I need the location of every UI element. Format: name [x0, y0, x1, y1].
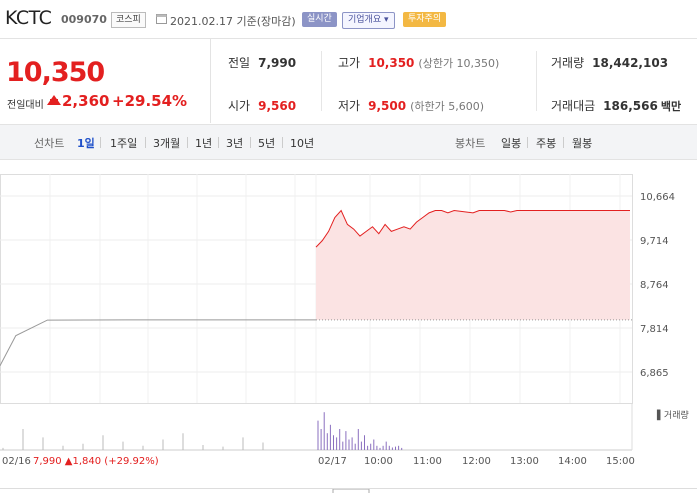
- chart-period-tabs: 선차트 1일 1주일 3개월 1년 3년 5년 10년 봉차트 일봉 주봉 월봉: [0, 124, 697, 160]
- time-tick-label: 11:00: [413, 456, 442, 467]
- price-change-pct: +29.54%: [112, 92, 188, 110]
- line-chart-label: 선차트: [34, 137, 65, 150]
- stats-divider: [321, 51, 322, 111]
- tab-3m[interactable]: 3개월: [153, 135, 180, 151]
- time-tick-label: 02/17: [318, 456, 347, 467]
- tab-divider: [527, 137, 528, 148]
- tab-divider: [187, 137, 188, 148]
- market-badge: 코스피: [111, 12, 146, 28]
- stat-volume: 거래량 18,442,103: [551, 54, 668, 71]
- current-price: 10,350: [6, 57, 105, 88]
- tab-divider: [282, 137, 283, 148]
- time-tick-label: 15:00: [606, 456, 635, 467]
- price-chart[interactable]: 10,664 9,714 8,764 7,814 6,865 ▌거래량 02/16 7,990…: [0, 160, 697, 493]
- stat-value: 7,990: [258, 56, 297, 70]
- stat-value: 10,350: [368, 56, 415, 70]
- change-label: 전일대비: [7, 100, 44, 111]
- candle-chart-label: 봉차트: [455, 137, 486, 150]
- tab-monthly-candle[interactable]: 월봉: [572, 135, 592, 151]
- up-arrow-stem: [50, 99, 58, 105]
- price-tick-label: 7,814: [640, 324, 669, 335]
- stats-divider: [536, 51, 537, 111]
- stat-label: 거래량: [551, 56, 585, 70]
- stat-low: 저가 9,500 (하한가 5,600): [338, 97, 484, 114]
- stat-label: 고가: [338, 56, 361, 70]
- time-tick-label: 10:00: [364, 456, 393, 467]
- stock-name: KCTC: [5, 7, 52, 29]
- tab-1w[interactable]: 1주일: [110, 135, 137, 151]
- price-change: 2,360: [62, 92, 110, 110]
- today-area-fill: [316, 210, 630, 320]
- stat-value: 18,442,103: [592, 56, 669, 70]
- tab-10y[interactable]: 10년: [290, 135, 314, 151]
- stat-label: 전일: [228, 56, 251, 70]
- prev-day-summary: 7,990 ▲1,840 (+29.92%): [33, 456, 159, 467]
- realtime-button[interactable]: 실시간: [302, 12, 337, 27]
- tab-3y[interactable]: 3년: [226, 135, 243, 151]
- amount-unit: 백만: [660, 100, 682, 113]
- calendar-icon: [156, 14, 167, 24]
- stat-amount: 거래대금 186,566 백만: [551, 97, 681, 114]
- tab-divider: [100, 137, 101, 148]
- upper-limit: (상한가 10,350): [418, 57, 500, 70]
- stat-open: 시가 9,560: [228, 97, 296, 114]
- stat-label: 저가: [338, 99, 361, 113]
- volume-legend: ▌거래량: [656, 409, 689, 421]
- tab-divider: [145, 137, 146, 148]
- footer-divider: [0, 488, 697, 494]
- tab-divider: [250, 137, 251, 148]
- stat-value: 186,566: [603, 99, 658, 113]
- stat-label: 거래대금: [551, 99, 596, 113]
- price-tick-label: 9,714: [640, 236, 669, 247]
- tab-5y[interactable]: 5년: [258, 135, 275, 151]
- company-info-button[interactable]: 기업개요 ▾: [342, 12, 395, 29]
- stat-label: 시가: [228, 99, 251, 113]
- stock-header: KCTC 009070 코스피 2021.02.17 기준(장마감) 실시간 기…: [0, 0, 697, 39]
- stat-high: 고가 10,350 (상한가 10,350): [338, 54, 499, 71]
- tab-1d[interactable]: 1일: [77, 135, 95, 151]
- tab-weekly-candle[interactable]: 주봉: [536, 135, 556, 151]
- stock-code: 009070: [61, 13, 107, 26]
- stat-value: 9,500: [368, 99, 407, 113]
- date-text: 2021.02.17 기준(장마감): [170, 15, 296, 28]
- time-tick-label: 12:00: [462, 456, 491, 467]
- price-tick-label: 8,764: [640, 280, 669, 291]
- prev-day-line: [0, 319, 316, 366]
- stats-panel: 전일 7,990 고가 10,350 (상한가 10,350) 거래량 18,442,1…: [210, 39, 697, 123]
- tab-divider: [563, 137, 564, 148]
- lower-limit: (하한가 5,600): [410, 100, 484, 113]
- tab-1y[interactable]: 1년: [195, 135, 212, 151]
- time-tick-label: 13:00: [510, 456, 539, 467]
- stat-value: 9,560: [258, 99, 297, 113]
- prev-day-date-label: 02/16: [2, 456, 31, 467]
- tab-divider: [218, 137, 219, 148]
- price-tick-label: 6,865: [640, 368, 669, 379]
- price-tick-label: 10,664: [640, 192, 675, 203]
- tab-daily-candle[interactable]: 일봉: [501, 135, 521, 151]
- investment-warning-badge[interactable]: 투자주의: [403, 12, 447, 27]
- stat-prev-close: 전일 7,990: [228, 54, 296, 71]
- price-summary: 10,350 전일대비 2,360 +29.54%: [0, 39, 210, 123]
- time-tick-label: 14:00: [558, 456, 587, 467]
